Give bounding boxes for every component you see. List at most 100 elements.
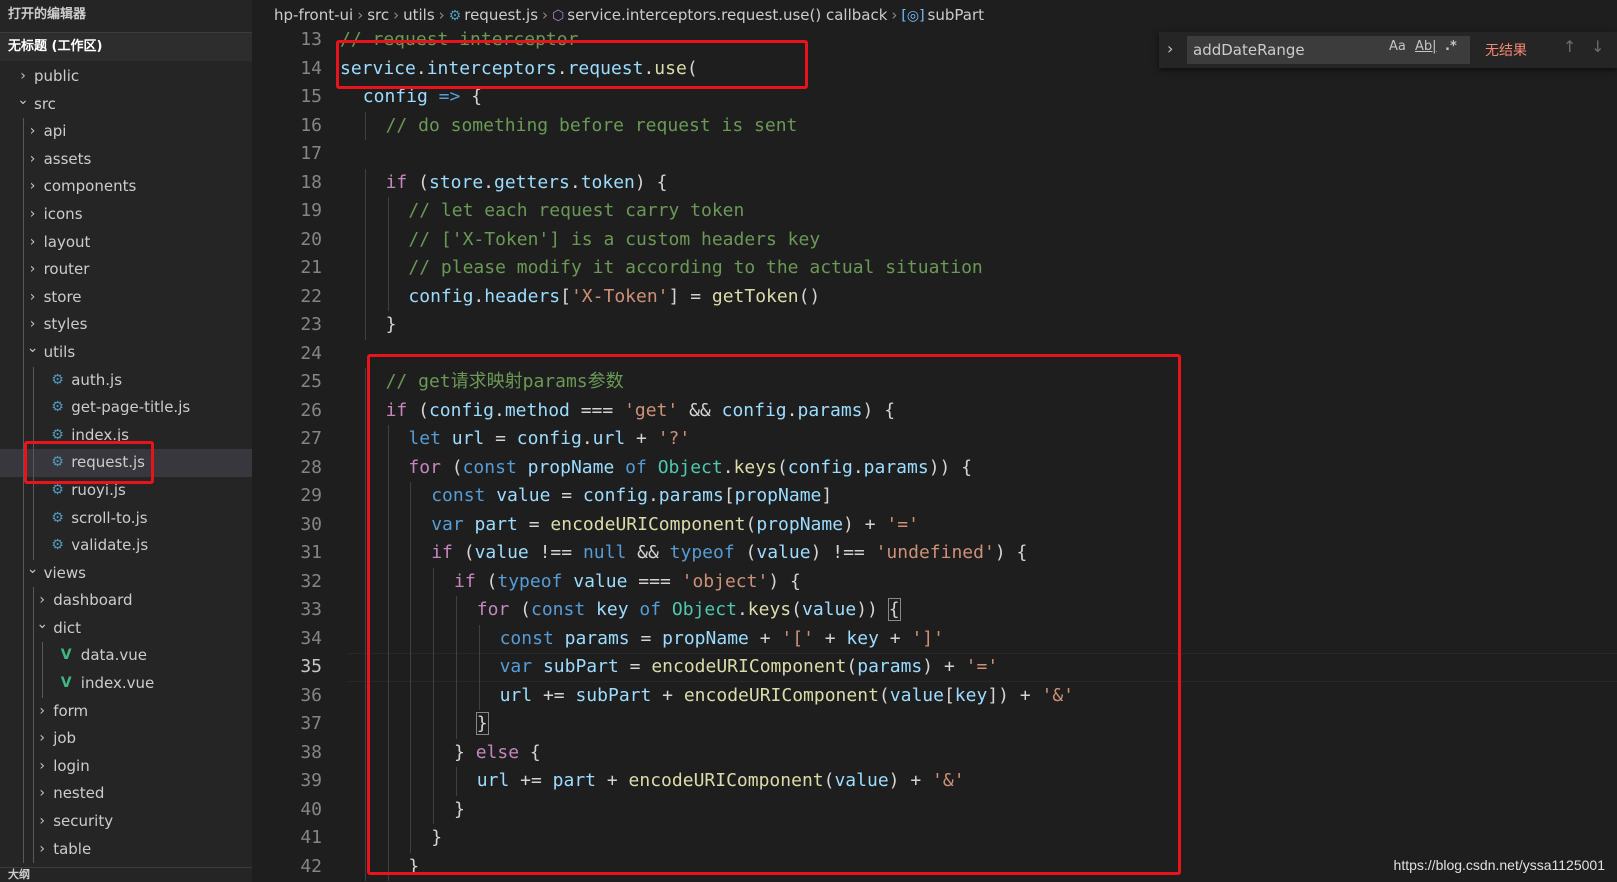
- tree-file-index-vue[interactable]: Vindex.vue: [0, 670, 252, 698]
- line-number: 41: [300, 827, 322, 848]
- tree-item-label: icons: [43, 204, 83, 223]
- breadcrumb-item[interactable]: hp-front-ui: [274, 6, 353, 24]
- breadcrumb-separator-icon: ›: [542, 6, 549, 24]
- indent-guide: [23, 780, 24, 809]
- line-number: 30: [300, 513, 322, 535]
- tree-folder-table[interactable]: › table: [0, 835, 252, 864]
- code-line[interactable]: }: [386, 311, 397, 340]
- code-token: 'X-Token': [570, 285, 669, 307]
- tree-folder-dict[interactable]: ⌄ dict: [0, 614, 252, 643]
- indent-guide: [23, 808, 24, 836]
- tree-folder-login[interactable]: › login: [0, 752, 252, 781]
- tree-folder-job[interactable]: › job: [0, 725, 252, 753]
- chevron-down-icon: ⌄: [36, 615, 49, 632]
- tree-item-label: src: [34, 94, 56, 113]
- indent-guide: [32, 725, 34, 753]
- tree-folder-public[interactable]: › public: [0, 63, 252, 91]
- breadcrumb-item[interactable]: utils: [403, 6, 435, 24]
- tree-item-label: styles: [43, 315, 88, 334]
- tree-folder-security[interactable]: › security: [0, 808, 252, 836]
- tree-item-label: scroll-to.js: [71, 508, 148, 527]
- tree-folder-router[interactable]: › router: [0, 256, 252, 284]
- tree-folder-icons[interactable]: › icons: [0, 200, 252, 229]
- tree-file-validate-js[interactable]: ⚙ validate.js: [0, 532, 252, 560]
- chevron-right-icon: ›: [39, 840, 45, 857]
- breadcrumb-item[interactable]: src: [367, 6, 389, 24]
- tree-folder-utils[interactable]: ⌄ utils: [0, 338, 252, 367]
- indent-guide: [364, 254, 366, 283]
- tree-folder-nested[interactable]: › nested: [0, 780, 252, 809]
- breadcrumb-item[interactable]: ⬡ service.interceptors.request.use() call…: [552, 6, 887, 24]
- indent-guide: [364, 653, 366, 682]
- tree-item-label: dict: [53, 618, 82, 637]
- tree-item-label: assets: [43, 149, 92, 168]
- indent-guide: [23, 587, 24, 615]
- code-line[interactable]: // let each request carry token: [408, 197, 744, 226]
- tree-folder-store[interactable]: › store: [0, 283, 252, 312]
- code-token: ] =: [668, 285, 712, 307]
- line-number: 14: [300, 57, 322, 79]
- tree-item-label: login: [53, 756, 90, 775]
- line-number: 42: [300, 855, 322, 877]
- highlight-box-interceptor: [336, 40, 808, 89]
- code-token: .: [569, 171, 581, 193]
- indent-guide: [42, 642, 44, 671]
- indent-guide: [364, 482, 366, 511]
- outline-header[interactable]: 大纲: [0, 867, 252, 882]
- line-number: 25: [300, 371, 322, 392]
- indent-guide: [364, 368, 366, 397]
- tree-item-label: public: [34, 67, 80, 85]
- tree-file-data-vue[interactable]: Vdata.vue: [0, 642, 252, 671]
- indent-guide: [364, 111, 366, 140]
- match-case-option[interactable]: Aa: [1389, 39, 1406, 54]
- chevron-right-icon: ›: [39, 702, 45, 719]
- workspace-header[interactable]: 无标题 (工作区): [0, 33, 252, 61]
- indent-guide: [364, 396, 366, 425]
- code-token: (: [407, 171, 429, 193]
- tree-file-scroll-to-js[interactable]: ⚙ scroll-to.js: [0, 504, 252, 533]
- tree-folder-src[interactable]: ⌄ src: [0, 91, 252, 119]
- js-file-icon: ⚙: [448, 8, 462, 24]
- whole-word-option[interactable]: Ab|: [1415, 39, 1437, 54]
- chevron-right-icon: ›: [39, 813, 45, 830]
- indent-guide: [364, 197, 366, 226]
- indent-guide: [364, 567, 366, 596]
- code-line[interactable]: // please modify it according to the act…: [408, 254, 982, 283]
- code-line[interactable]: config.headers['X-Token'] = getToken(): [408, 283, 820, 312]
- tree-file-get-page-title-js[interactable]: ⚙ get-page-title.js: [0, 394, 252, 422]
- code-token: (): [798, 285, 821, 307]
- tree-folder-assets[interactable]: › assets: [0, 145, 252, 174]
- tree-folder-dashboard[interactable]: › dashboard: [0, 587, 252, 615]
- chevron-right-icon: ›: [39, 730, 45, 747]
- indent-guide: [23, 614, 24, 643]
- chevron-right-icon: ›: [39, 785, 45, 802]
- code-line[interactable]: if (store.getters.token) {: [386, 169, 668, 198]
- line-number: 37: [300, 713, 322, 734]
- toggle-replace-chevron-icon[interactable]: ›: [1167, 39, 1173, 58]
- code-line[interactable]: // ['X-Token'] is a custom headers key: [408, 226, 820, 255]
- tree-folder-views[interactable]: ⌄ views: [0, 559, 252, 588]
- tree-file-auth-js[interactable]: ⚙ auth.js: [0, 366, 252, 395]
- regex-option[interactable]: .*: [1445, 39, 1457, 54]
- code-token: config: [362, 86, 428, 107]
- breadcrumb-label: service.interceptors.request.use() callb…: [567, 6, 888, 24]
- previous-match-arrow-up-icon[interactable]: ↑: [1563, 37, 1576, 56]
- js-file-icon: ⚙: [51, 537, 64, 554]
- tree-item-label: get-page-title.js: [71, 398, 191, 417]
- open-editors-header[interactable]: 打开的编辑器: [0, 0, 252, 33]
- line-number: 15: [300, 86, 322, 107]
- indent-guide: [42, 670, 44, 698]
- next-match-arrow-down-icon[interactable]: ↓: [1591, 37, 1604, 56]
- tree-folder-api[interactable]: › api: [0, 118, 252, 146]
- tree-folder-styles[interactable]: › styles: [0, 311, 252, 339]
- breadcrumb-item[interactable]: [◎] subPart: [901, 6, 984, 24]
- tree-folder-layout[interactable]: › layout: [0, 228, 252, 257]
- indent-guide: [32, 808, 34, 836]
- tree-folder-components[interactable]: › components: [0, 173, 252, 201]
- line-number: 29: [300, 485, 322, 506]
- tree-folder-form[interactable]: › form: [0, 697, 252, 726]
- breadcrumb-item[interactable]: ⚙ request.js: [449, 6, 538, 24]
- chevron-right-icon: ›: [29, 288, 36, 305]
- code-comment: // please modify it according to the act…: [408, 257, 983, 278]
- code-line[interactable]: // do something before request is sent: [386, 112, 798, 141]
